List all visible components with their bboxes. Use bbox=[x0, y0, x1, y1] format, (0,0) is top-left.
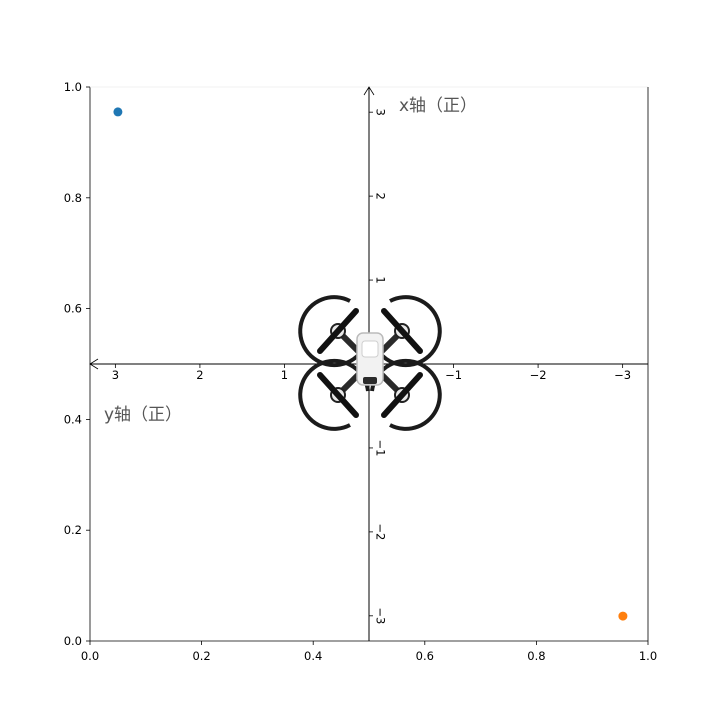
outer-y-tick-label: 1.0 bbox=[64, 80, 82, 94]
inner-vertical-tick-label: −1 bbox=[374, 439, 388, 456]
outer-y-tick-label: 0.2 bbox=[64, 523, 82, 537]
outer-y-tick-label: 0.0 bbox=[64, 634, 82, 648]
outer-x-tick-label: 0.8 bbox=[527, 649, 545, 663]
inner-horizontal-tick-label: 1 bbox=[281, 368, 288, 382]
inner-horizontal-tick-label: 2 bbox=[196, 368, 203, 382]
outer-x-tick-label: 0.6 bbox=[416, 649, 434, 663]
inner-horizontal-tick-label: −2 bbox=[530, 368, 547, 382]
inner-horizontal-tick-label: −3 bbox=[614, 368, 631, 382]
x-axis-positive-label: x轴（正） bbox=[399, 96, 477, 116]
inner-horizontal-tick-label: 3 bbox=[112, 368, 119, 382]
quadcopter-drone-icon bbox=[298, 295, 442, 431]
scatter-point-1 bbox=[113, 107, 123, 117]
outer-x-tick-label: 0.0 bbox=[81, 649, 99, 663]
inner-horizontal-tick-label: −1 bbox=[445, 368, 462, 382]
outer-y-tick-label: 0.6 bbox=[64, 302, 82, 316]
outer-x-tick-label: 1.0 bbox=[639, 649, 657, 663]
y-axis-positive-label: y轴（正） bbox=[104, 405, 182, 425]
outer-x-tick-label: 0.4 bbox=[304, 649, 322, 663]
chart-canvas: 0.0 0.2 0.4 0.6 0.8 1.0 0.0 0.2 0.4 0.6 0.8 1.0 3 2 1 −… bbox=[64, 80, 657, 663]
inner-vertical-tick-label: 3 bbox=[374, 109, 388, 116]
inner-vertical-tick-label: −3 bbox=[374, 607, 388, 624]
scatter-point-2 bbox=[618, 611, 628, 621]
inner-vertical-tick-label: 2 bbox=[374, 192, 388, 199]
inner-vertical-tick-label: −2 bbox=[374, 523, 388, 540]
inner-vertical-tick-label: 1 bbox=[374, 276, 388, 283]
outer-y-tick-label: 0.4 bbox=[64, 412, 82, 426]
chart-figure: 0.0 0.2 0.4 0.6 0.8 1.0 0.0 0.2 0.4 0.6 0.8 1.0 3 2 1 −… bbox=[0, 0, 720, 720]
outer-y-tick-label: 0.8 bbox=[64, 191, 82, 205]
outer-x-tick-label: 0.2 bbox=[192, 649, 210, 663]
